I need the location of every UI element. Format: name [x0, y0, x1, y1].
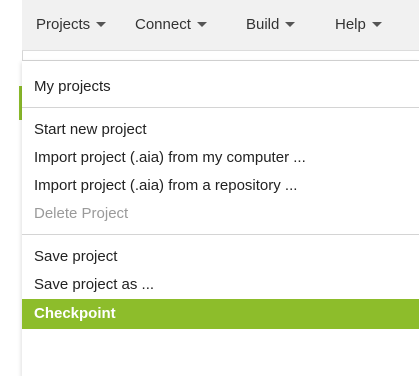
caret-down-icon — [285, 21, 296, 27]
menu-item-save-project[interactable]: Save project — [22, 243, 419, 271]
menu-build[interactable]: Build — [246, 16, 296, 33]
menu-item-import-from-computer[interactable]: Import project (.aia) from my computer .… — [22, 144, 419, 172]
menu-connect[interactable]: Connect — [135, 16, 207, 33]
menu-build-label: Build — [246, 16, 280, 33]
page-left-edge — [0, 0, 24, 376]
caret-down-icon — [371, 21, 382, 27]
menu-item-import-from-repository[interactable]: Import project (.aia) from a repository … — [22, 172, 419, 200]
menu-help-label: Help — [335, 16, 366, 33]
menu-item-save-project-as[interactable]: Save project as ... — [22, 271, 419, 299]
menu-projects[interactable]: Projects — [36, 16, 107, 33]
caret-down-icon — [196, 21, 207, 27]
menu-item-my-projects[interactable]: My projects — [22, 73, 419, 101]
app-page: Projects Connect Build Help My projects … — [0, 0, 419, 376]
top-menubar: Projects Connect Build Help — [22, 0, 419, 51]
menu-connect-label: Connect — [135, 16, 191, 33]
caret-down-icon — [96, 21, 107, 27]
menu-divider — [22, 107, 419, 108]
menu-item-delete-project: Delete Project — [34, 205, 129, 222]
menu-item-start-new-project[interactable]: Start new project — [22, 116, 419, 144]
menu-divider — [22, 234, 419, 235]
menu-projects-label: Projects — [36, 16, 91, 33]
menu-help[interactable]: Help — [335, 16, 382, 33]
menu-item-checkpoint[interactable]: Checkpoint — [22, 299, 419, 329]
projects-dropdown-menu: My projects Start new project Import pro… — [22, 60, 419, 376]
